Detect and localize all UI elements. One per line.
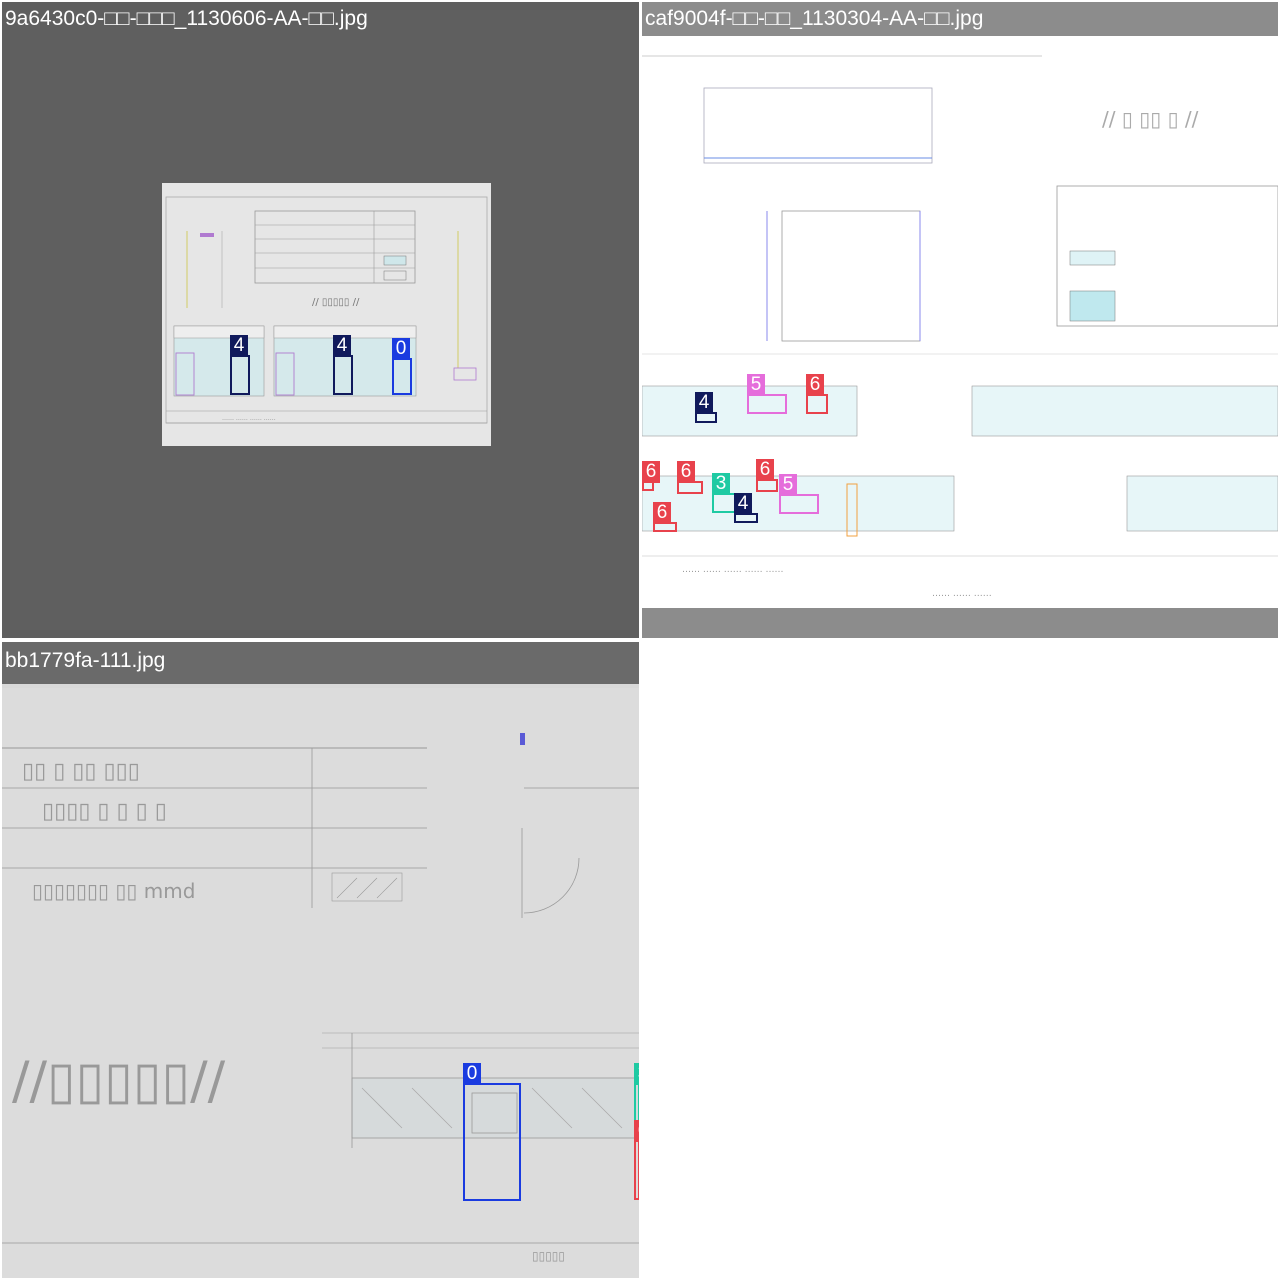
detection-box: 4 bbox=[695, 392, 717, 423]
detection-box: 6 bbox=[677, 461, 703, 494]
empty-quadrant bbox=[642, 642, 1278, 1278]
drawing-sheet: ▯▯ ▯ ▯▯ ▯▯▯ ▯▯▯▯ ▯ ▯ ▯ ▯ ▯▯▯▯▯▯▯ ▯▯ mmd … bbox=[2, 688, 639, 1278]
image-padding bbox=[642, 608, 1278, 638]
svg-text:…… …… ……: …… …… …… bbox=[932, 589, 992, 599]
image-tile-1: 9a6430c0-□□-□□□_1130606-AA-□□.jpg // ▯▯▯… bbox=[2, 2, 639, 638]
svg-text:// ▯▯▯▯▯ //: // ▯▯▯▯▯ // bbox=[312, 297, 360, 308]
svg-text:…… …… …… ……: …… …… …… …… bbox=[222, 415, 276, 422]
detection-box: 4 bbox=[734, 493, 758, 523]
detection-box: 6 bbox=[653, 502, 677, 532]
drawing-sheet: // ▯▯▯▯▯ // …… …… …… …… bbox=[162, 183, 491, 446]
detection-label: 6 bbox=[634, 1120, 639, 1142]
detection-label: 4 bbox=[695, 392, 713, 414]
detection-box: 6 bbox=[642, 461, 660, 491]
tile-filename: bb1779fa-111.jpg bbox=[2, 642, 639, 684]
svg-text://▯▯▯▯▯//: //▯▯▯▯▯// bbox=[12, 1051, 226, 1111]
detection-label: 0 bbox=[392, 338, 410, 360]
detection-label: 0 bbox=[463, 1063, 481, 1085]
detection-box: 4 bbox=[333, 335, 353, 395]
detection-box: 5 bbox=[747, 374, 787, 414]
detection-label: 6 bbox=[642, 461, 660, 483]
detection-box: 5 bbox=[779, 474, 819, 514]
detection-box: 6 bbox=[806, 374, 828, 414]
tile-filename: 9a6430c0-□□-□□□_1130606-AA-□□.jpg bbox=[5, 7, 368, 30]
detection-box: 0 bbox=[392, 338, 412, 395]
tile-filename: caf9004f-□□-□□_1130304-AA-□□.jpg bbox=[642, 2, 1278, 36]
detection-label: 4 bbox=[230, 335, 248, 357]
detection-label: 4 bbox=[333, 335, 351, 357]
detection-label: 3 bbox=[712, 473, 730, 495]
detection-label: 4 bbox=[734, 493, 752, 515]
detection-label: 6 bbox=[806, 374, 824, 396]
image-tile-2: caf9004f-□□-□□_1130304-AA-□□.jpg // ▯ ▯▯… bbox=[642, 2, 1278, 638]
svg-text:▯▯▯▯ ▯ ▯ ▯ ▯: ▯▯▯▯ ▯ ▯ ▯ ▯ bbox=[42, 799, 167, 824]
svg-text:▯▯ ▯ ▯▯ ▯▯▯: ▯▯ ▯ ▯▯ ▯▯▯ bbox=[22, 759, 140, 784]
image-tile-3: bb1779fa-111.jpg ▯▯ ▯ ▯▯ ▯▯▯ ▯▯▯▯ ▯ ▯ ▯ … bbox=[2, 642, 639, 1278]
svg-text:▯▯▯▯▯: ▯▯▯▯▯ bbox=[532, 1249, 565, 1263]
detection-label: 5 bbox=[747, 374, 765, 396]
detection-label: 3 bbox=[634, 1063, 639, 1085]
detection-box: 6 bbox=[756, 459, 778, 492]
svg-text:// ▯ ▯▯ ▯ //: // ▯ ▯▯ ▯ // bbox=[1102, 107, 1199, 131]
detection-box: 6 bbox=[634, 1120, 639, 1200]
detection-label: 5 bbox=[779, 474, 797, 496]
svg-text:…… …… …… …… ……: …… …… …… …… …… bbox=[682, 565, 783, 575]
detection-box: 0 bbox=[463, 1063, 521, 1201]
detection-label: 6 bbox=[756, 459, 774, 481]
detection-box: 4 bbox=[230, 335, 250, 395]
detection-label: 6 bbox=[653, 502, 671, 524]
detection-label: 6 bbox=[677, 461, 695, 483]
svg-text:▯▯▯▯▯▯▯ ▯▯ mmd: ▯▯▯▯▯▯▯ ▯▯ mmd bbox=[32, 879, 195, 903]
